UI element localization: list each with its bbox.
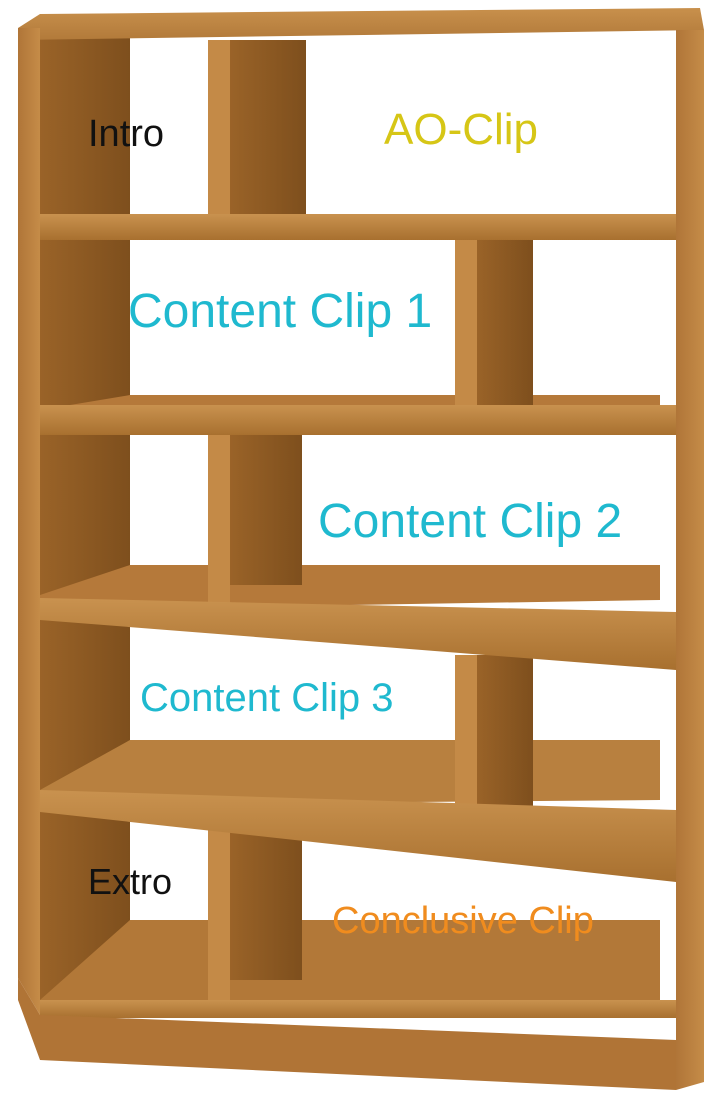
shelf-right-side — [676, 30, 704, 1090]
content-clip-2-label: Content Clip 2 — [318, 495, 623, 548]
intro-label: Intro — [88, 113, 165, 155]
content-clip-1-label: Content Clip 1 — [128, 285, 433, 338]
ao-clip-label: AO-Clip — [384, 105, 539, 154]
bookshelf-scene: Intro AO-Clip Content Clip 1 Content Cli… — [0, 0, 726, 1095]
shelf-left-side — [18, 28, 40, 1015]
conclusive-clip-label: Conclusive Clip — [332, 900, 594, 942]
extro-label: Extro — [88, 861, 173, 902]
shelf-top — [18, 8, 704, 40]
content-clip-3-label: Content Clip 3 — [140, 676, 394, 720]
